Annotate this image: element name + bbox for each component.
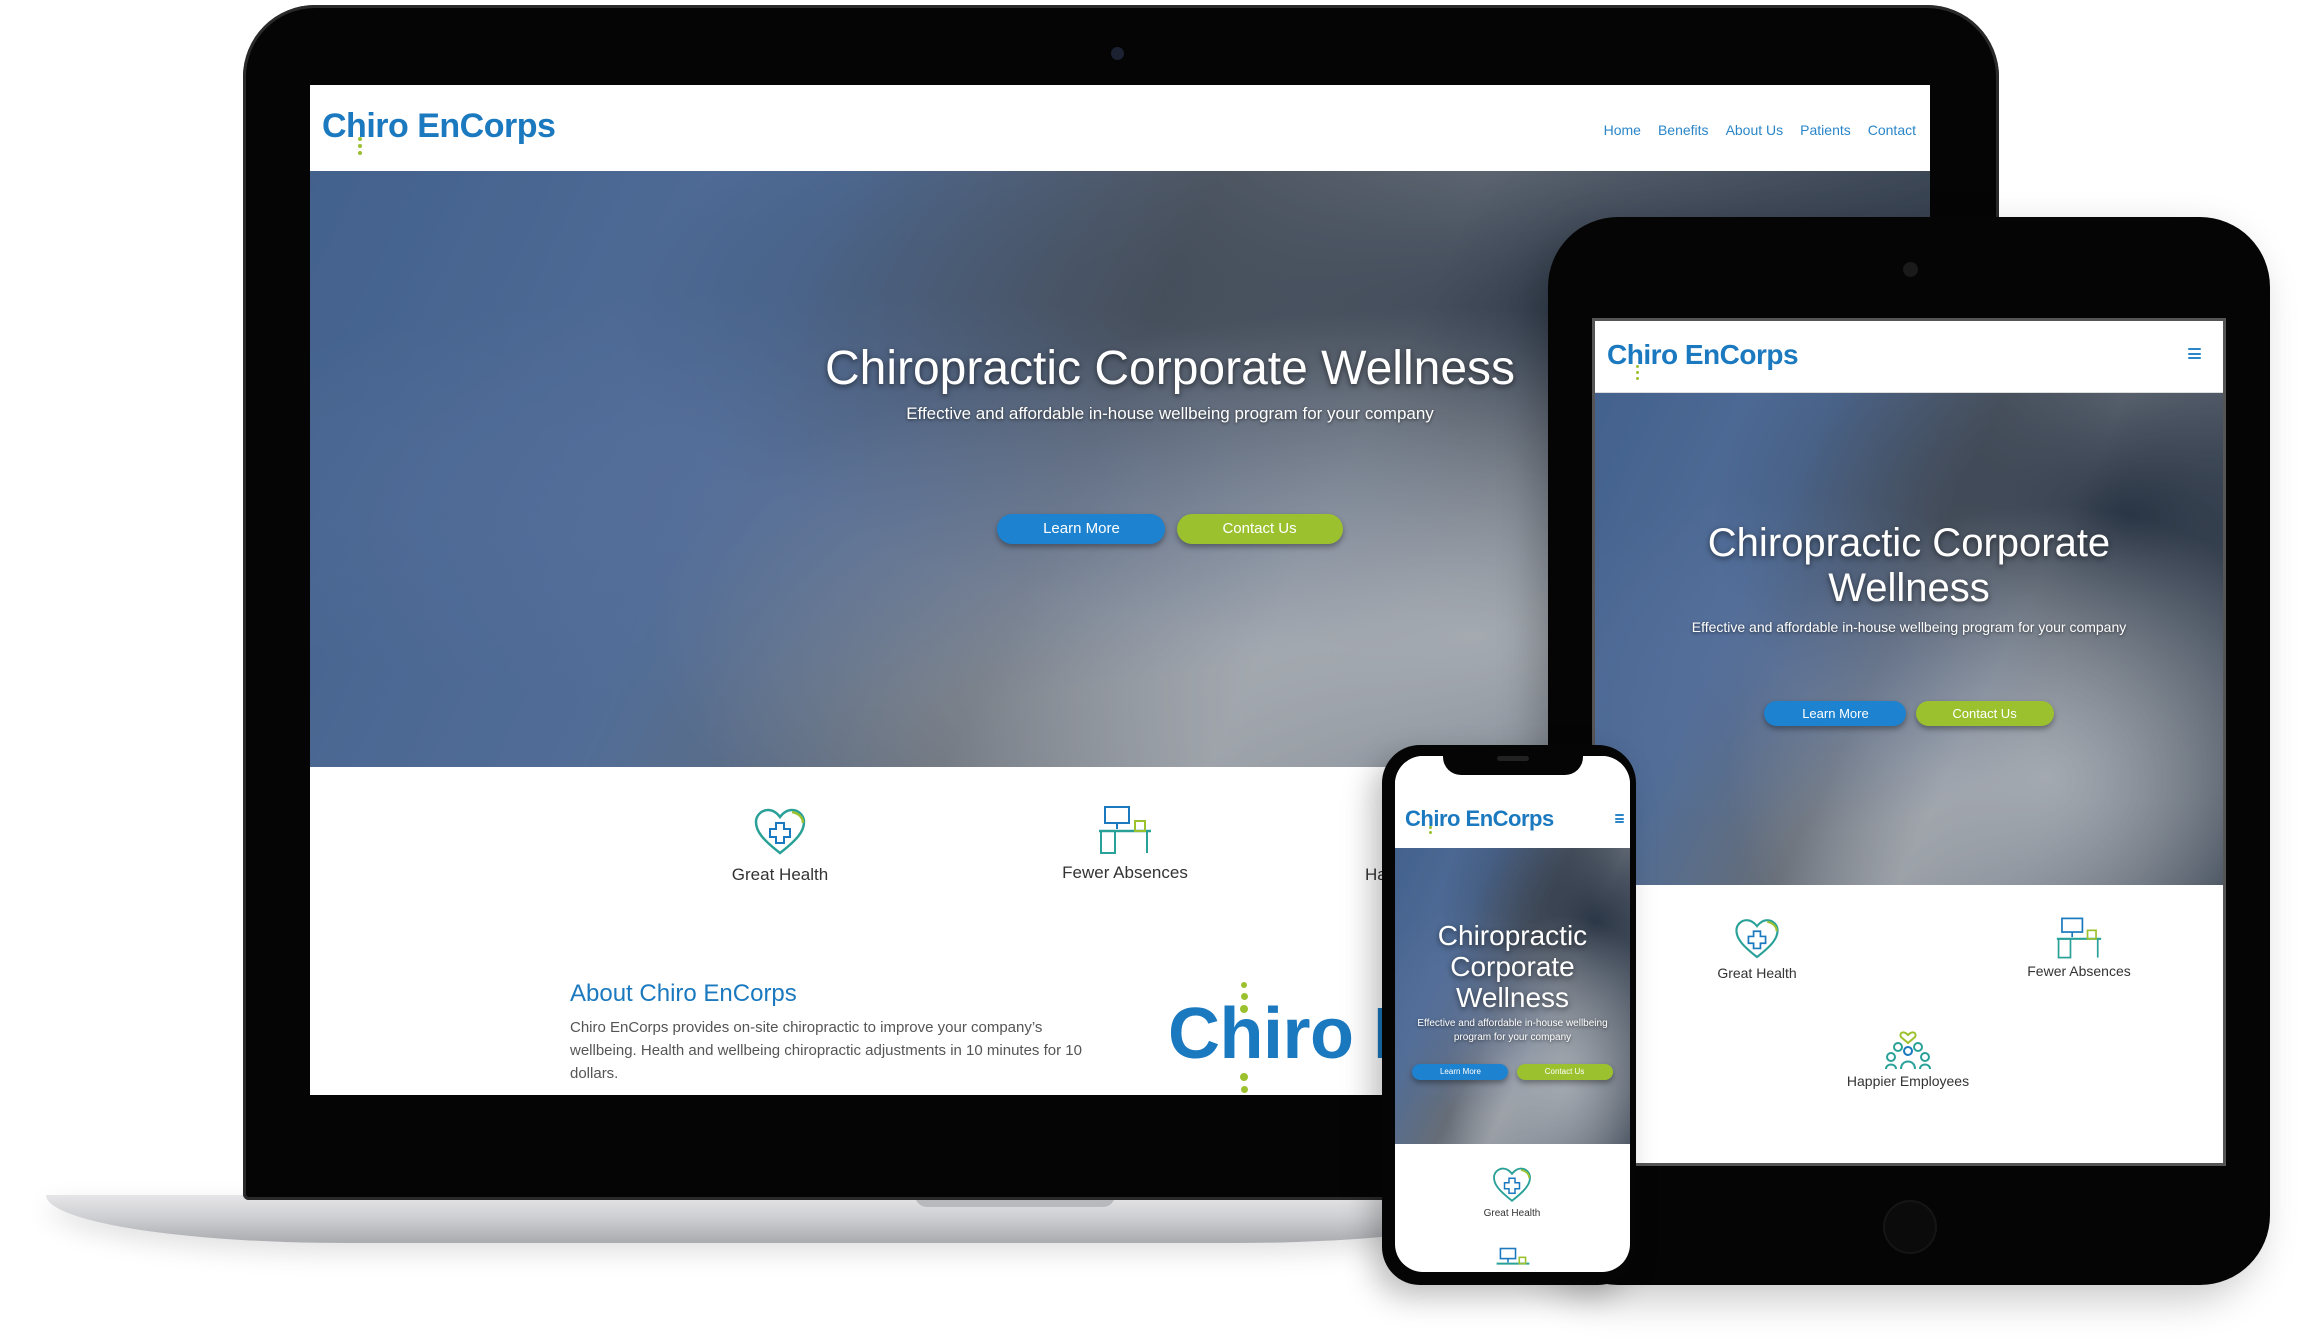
about-title: About Chiro EnCorps (570, 980, 797, 1007)
main-nav: Home Benefits About Us Patients Contact (1604, 122, 1916, 138)
feature-great-health: Great Health (1677, 917, 1837, 981)
logo-spine-icon (1429, 826, 1432, 834)
site-logo[interactable]: Chiro EnCorps (1405, 806, 1554, 832)
phone-screen: Chiro EnCorps Chiropractic Corporate Wel… (1395, 756, 1630, 1272)
hero-banner: Chiropractic Corporate Wellness Effectiv… (1395, 848, 1630, 1144)
laptop-camera (1111, 47, 1124, 60)
about-text: Chiro EnCorps provides on-site chiroprac… (570, 1019, 1082, 1082)
tablet-home-button (1883, 1200, 1937, 1254)
nav-home[interactable]: Home (1604, 122, 1641, 138)
hero-title: Chiropractic Corporate Wellness (1707, 521, 2111, 610)
feature-label: Great Health (731, 865, 829, 884)
feature-great-health: Great Health (680, 807, 880, 885)
hamburger-menu-icon[interactable] (1615, 814, 1624, 823)
heart-plus-icon (754, 808, 806, 855)
nav-benefits[interactable]: Benefits (1658, 122, 1709, 138)
nav-about-us[interactable]: About Us (1726, 122, 1784, 138)
people-icon (1885, 1031, 1931, 1070)
about-section: About Chiro EnCorps Chiro EnCorps provid… (570, 980, 1090, 1085)
logo-spine-icon (358, 137, 362, 155)
hero-subtitle: Effective and affordable in-house wellbe… (1417, 1018, 1608, 1043)
hero-subtitle: Effective and affordable in-house wellbe… (1691, 619, 2127, 635)
heart-plus-icon (1735, 919, 1779, 959)
feature-label: Great Health (1483, 1208, 1541, 1219)
laptop-base (46, 1195, 1536, 1243)
feature-happier-employees: Happier Employees (1818, 1025, 1998, 1089)
nav-patients[interactable]: Patients (1800, 122, 1851, 138)
heart-plus-icon (1493, 1167, 1531, 1202)
hero-title: Chiropractic Corporate Wellness (824, 342, 1516, 395)
hamburger-menu-icon[interactable] (2188, 348, 2201, 359)
hero-title: Chiropractic Corporate Wellness (1437, 920, 1588, 1013)
feature-great-health: Great Health (1452, 1166, 1572, 1219)
site-logo[interactable]: Chiro EnCorps (322, 107, 556, 146)
phone-notch (1443, 747, 1583, 775)
site-header: Chiro EnCorps Home Benefits About Us Pat… (310, 85, 1930, 171)
about-logo-spine-icon (1240, 982, 1248, 1093)
feature-fewer-absences: Fewer Absences (1025, 803, 1225, 883)
feature-label: Great Health (1717, 965, 1797, 981)
desk-computer-icon (2056, 917, 2102, 959)
feature-label: Happier Employees (1846, 1073, 1970, 1089)
contact-us-button[interactable]: Contact Us (1516, 1064, 1613, 1080)
learn-more-button[interactable]: Learn More (1412, 1064, 1509, 1080)
contact-us-button[interactable]: Contact Us (1915, 701, 2054, 726)
learn-more-button[interactable]: Learn More (997, 514, 1166, 544)
phone-speaker (1497, 756, 1529, 761)
logo-text: Chiro EnCorps (322, 107, 556, 145)
tablet-camera (1903, 262, 1918, 277)
nav-contact[interactable]: Contact (1868, 122, 1916, 138)
hero-subtitle: Effective and affordable in-house wellbe… (906, 404, 1434, 423)
desk-computer-icon (1099, 806, 1151, 854)
logo-text: Chiro EnCorps (1405, 806, 1554, 831)
feature-label: Fewer Absences (2027, 963, 2131, 979)
learn-more-button[interactable]: Learn More (1764, 701, 1907, 726)
feature-fewer-absences: Fewer Absences (1999, 915, 2159, 979)
feature-label: Fewer Absences (1062, 863, 1188, 882)
contact-us-button[interactable]: Contact Us (1176, 514, 1343, 544)
desk-computer-icon (1494, 1246, 1532, 1272)
